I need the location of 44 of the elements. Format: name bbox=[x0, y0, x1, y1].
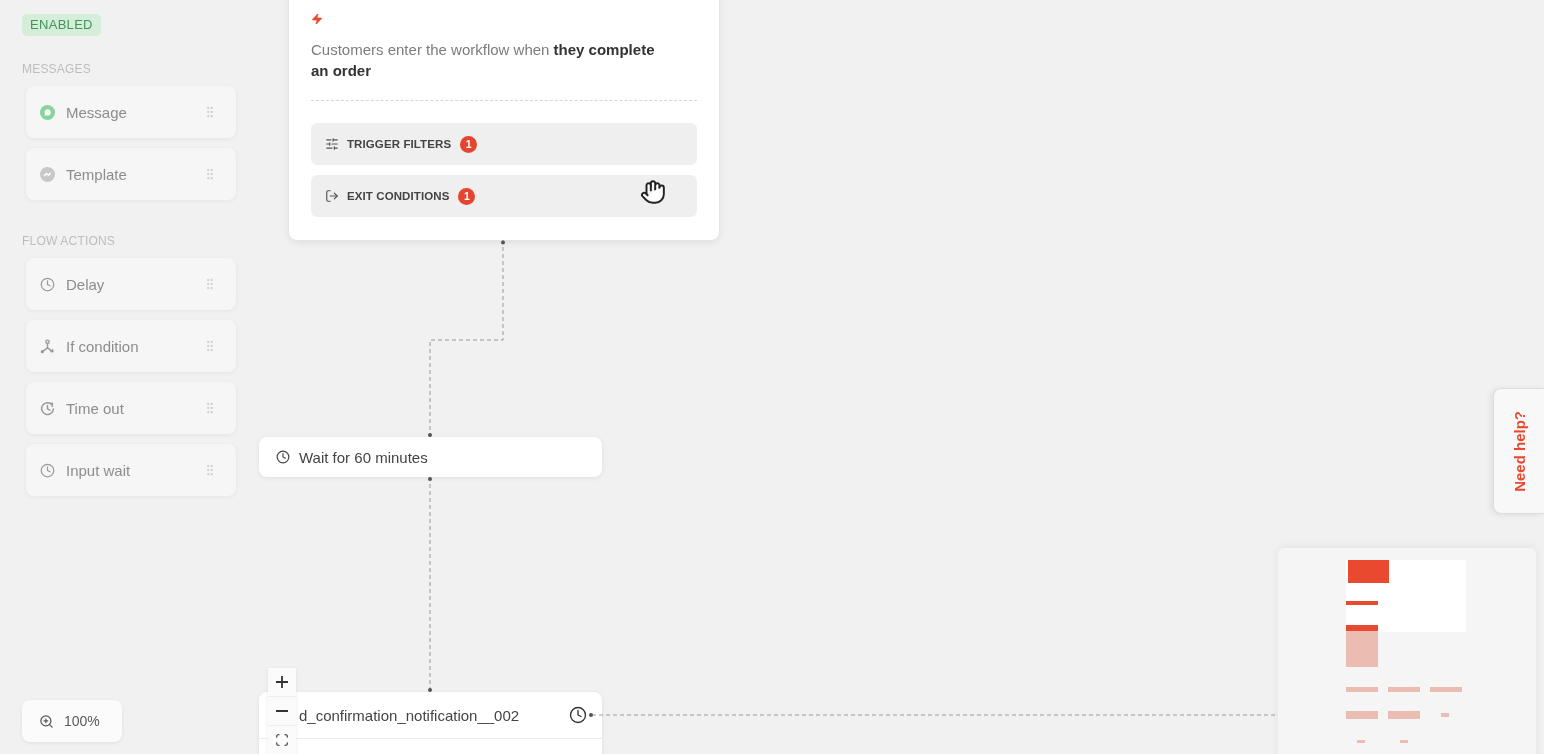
status-badge: ENABLED bbox=[22, 14, 101, 36]
help-tab-button[interactable]: Need help? bbox=[1493, 388, 1544, 514]
count-badge: 1 bbox=[458, 187, 476, 205]
node-label: d_confirmation_notification__002 bbox=[299, 706, 521, 724]
chat-bubble-icon bbox=[40, 104, 55, 120]
minimap-panel[interactable] bbox=[1278, 548, 1536, 754]
message-node[interactable]: d_confirmation_notification__002 bbox=[259, 692, 602, 754]
sliders-icon bbox=[325, 137, 339, 151]
fit-view-button[interactable] bbox=[268, 726, 296, 754]
trigger-card[interactable]: Customers enter the workflow when they complete an order TRIGGER FILTERS 1 EXIT CONDITIONS 1 bbox=[289, 0, 719, 240]
minimap-node bbox=[1388, 687, 1420, 692]
trigger-description: Customers enter the workflow when they complete an order bbox=[311, 40, 656, 81]
minimap-node bbox=[1346, 711, 1378, 719]
lightning-icon bbox=[311, 13, 323, 25]
minus-icon bbox=[276, 710, 288, 712]
clock-icon bbox=[276, 450, 290, 464]
zoom-in-button[interactable] bbox=[268, 668, 296, 697]
zigzag-circle-icon bbox=[40, 166, 55, 182]
minimap-node bbox=[1430, 687, 1462, 692]
plus-icon bbox=[276, 676, 288, 688]
minimap-node bbox=[1388, 711, 1420, 719]
node-label: Wait for 60 minutes bbox=[299, 448, 428, 466]
clock-icon bbox=[40, 462, 55, 478]
fullscreen-icon bbox=[275, 733, 289, 747]
zoom-in-icon bbox=[39, 713, 54, 729]
clock-icon bbox=[569, 706, 587, 724]
count-badge: 1 bbox=[460, 135, 478, 153]
minimap-node bbox=[1346, 601, 1378, 605]
minimap-node bbox=[1346, 625, 1378, 667]
exit-icon bbox=[325, 189, 339, 203]
condition-button[interactable]: TRIGGER FILTERS 1 bbox=[311, 123, 697, 165]
zoom-out-button[interactable] bbox=[268, 697, 296, 726]
minimap-node bbox=[1400, 740, 1408, 743]
minimap-node bbox=[1348, 560, 1389, 583]
minimap-node bbox=[1346, 687, 1378, 692]
branch-icon bbox=[40, 338, 55, 354]
clock-icon bbox=[40, 276, 55, 292]
hand-cursor-icon bbox=[640, 179, 666, 205]
zoom-level-button[interactable]: 100% bbox=[22, 700, 122, 742]
minimap-node bbox=[1441, 713, 1449, 717]
condition-button[interactable]: EXIT CONDITIONS 1 bbox=[311, 175, 697, 217]
clock-arrow-icon bbox=[40, 400, 55, 416]
minimap-node bbox=[1357, 740, 1365, 743]
delay-node[interactable]: Wait for 60 minutes bbox=[259, 437, 602, 477]
